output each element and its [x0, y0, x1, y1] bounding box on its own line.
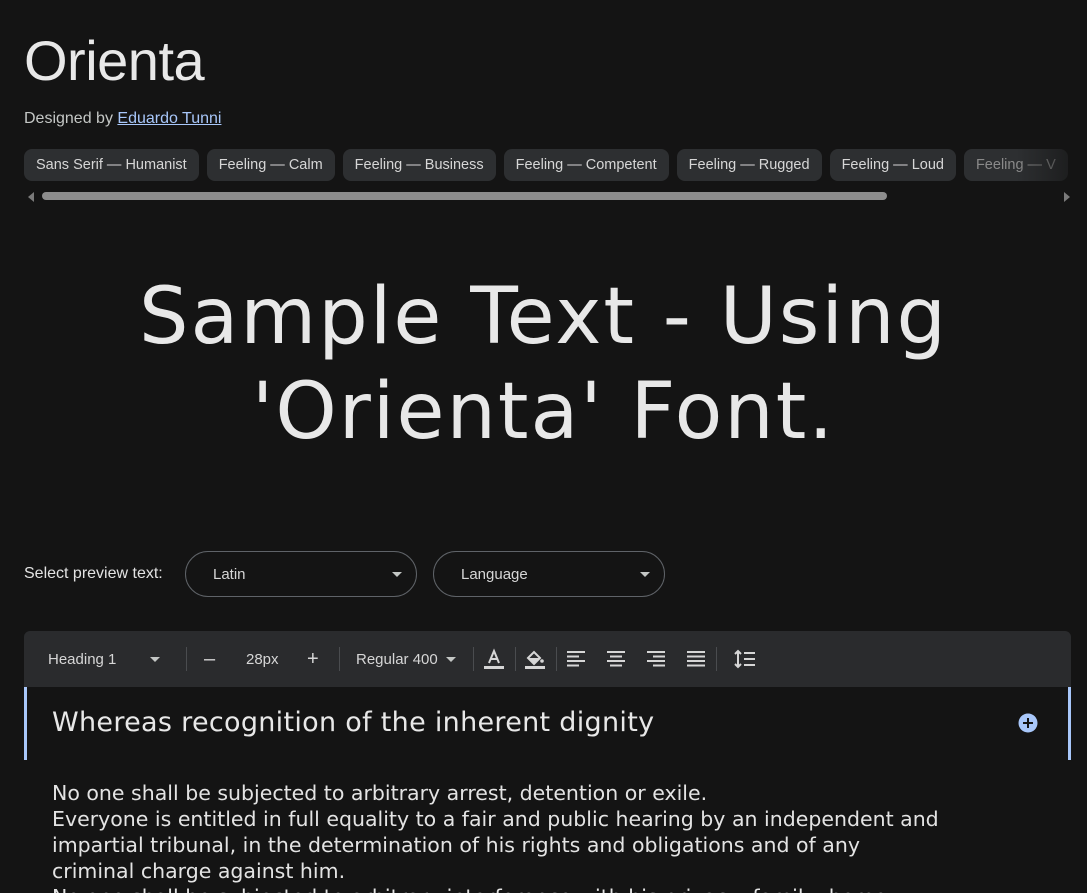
body-text-line: criminal charge against him. [52, 859, 346, 883]
designer-link[interactable]: Eduardo Tunni [117, 110, 221, 127]
align-justify-icon[interactable] [684, 647, 708, 671]
body-text-line: Everyone is entitled in full equality to… [52, 807, 939, 831]
weight-select[interactable]: Regular 400 [356, 631, 456, 687]
scroll-right-arrow-icon[interactable] [1064, 192, 1070, 202]
increase-size-button[interactable]: + [307, 631, 319, 687]
script-select-value: Latin [213, 566, 246, 583]
line-height-icon[interactable] [733, 647, 757, 671]
language-select-value: Language [461, 566, 528, 583]
tag-list: Sans Serif — Humanist Feeling — Calm Feeli… [24, 149, 1087, 181]
toolbar-divider [556, 647, 557, 671]
scroll-left-arrow-icon[interactable] [28, 192, 34, 202]
dropdown-caret-icon [150, 656, 161, 662]
body-text-line: No one shall be subjected to arbitrary a… [52, 781, 708, 805]
tag-list-fade [1017, 149, 1087, 181]
font-specimen-page: Orienta Designed by Eduardo Tunni Sans S… [0, 0, 1087, 893]
editor-heading-block[interactable]: Whereas recognition of the inherent dign… [24, 687, 1071, 760]
tag-chip[interactable]: Feeling — Rugged [676, 149, 822, 181]
dropdown-caret-icon [392, 572, 402, 577]
language-select[interactable]: Language [433, 551, 665, 597]
tag-chip[interactable]: Feeling — Calm [206, 149, 335, 181]
tag-chip[interactable]: Feeling — Competent [503, 149, 669, 181]
editor-heading-text[interactable]: Whereas recognition of the inherent dign… [52, 707, 654, 738]
designed-by-label: Designed by [24, 110, 113, 127]
toolbar-divider [186, 647, 187, 671]
toolbar-divider [473, 647, 474, 671]
style-select-value: Heading 1 [48, 650, 117, 668]
style-select[interactable]: Heading 1 [48, 631, 161, 687]
text-color-icon[interactable] [482, 647, 506, 671]
dropdown-caret-icon [445, 656, 456, 662]
align-center-icon[interactable] [604, 647, 628, 671]
add-circle-icon[interactable] [1018, 713, 1038, 733]
designer-line: Designed by Eduardo Tunni [24, 110, 221, 128]
plus-icon: + [307, 647, 319, 670]
tag-scrollbar[interactable] [24, 189, 1070, 203]
editor-toolbar: Heading 1 – 28px + Regular 400 [24, 631, 1071, 687]
weight-select-value: Regular 400 [356, 650, 438, 668]
toolbar-divider [515, 647, 516, 671]
preview-select-label: Select preview text: [24, 565, 163, 582]
size-value[interactable]: 28px [246, 631, 279, 687]
scrollbar-thumb[interactable] [42, 192, 887, 200]
body-text-line: No one shall be subjected to arbitrary i… [52, 884, 1012, 893]
decrease-size-button[interactable]: – [204, 631, 215, 687]
editor-body-text[interactable]: No one shall be subjected to arbitrary a… [52, 780, 1012, 893]
highlight-color-icon[interactable] [523, 647, 547, 671]
tag-chip[interactable]: Feeling — Loud [829, 149, 956, 181]
size-value-text: 28px [246, 650, 279, 668]
toolbar-divider [716, 647, 717, 671]
minus-icon: – [204, 647, 216, 670]
align-right-icon[interactable] [644, 647, 668, 671]
dropdown-caret-icon [640, 572, 650, 577]
tag-chip[interactable]: Sans Serif — Humanist [24, 149, 199, 181]
body-text-line: impartial tribunal, in the determination… [52, 833, 860, 857]
sample-text: Sample Text - Using 'Orienta' Font. [0, 270, 1087, 460]
align-left-icon[interactable] [564, 647, 588, 671]
toolbar-divider [339, 647, 340, 671]
sample-text-line: 'Orienta' Font. [251, 367, 836, 457]
sample-text-line: Sample Text - Using [138, 272, 949, 362]
script-select[interactable]: Latin [185, 551, 417, 597]
font-title: Orienta [24, 29, 205, 92]
tag-chip[interactable]: Feeling — Business [342, 149, 496, 181]
